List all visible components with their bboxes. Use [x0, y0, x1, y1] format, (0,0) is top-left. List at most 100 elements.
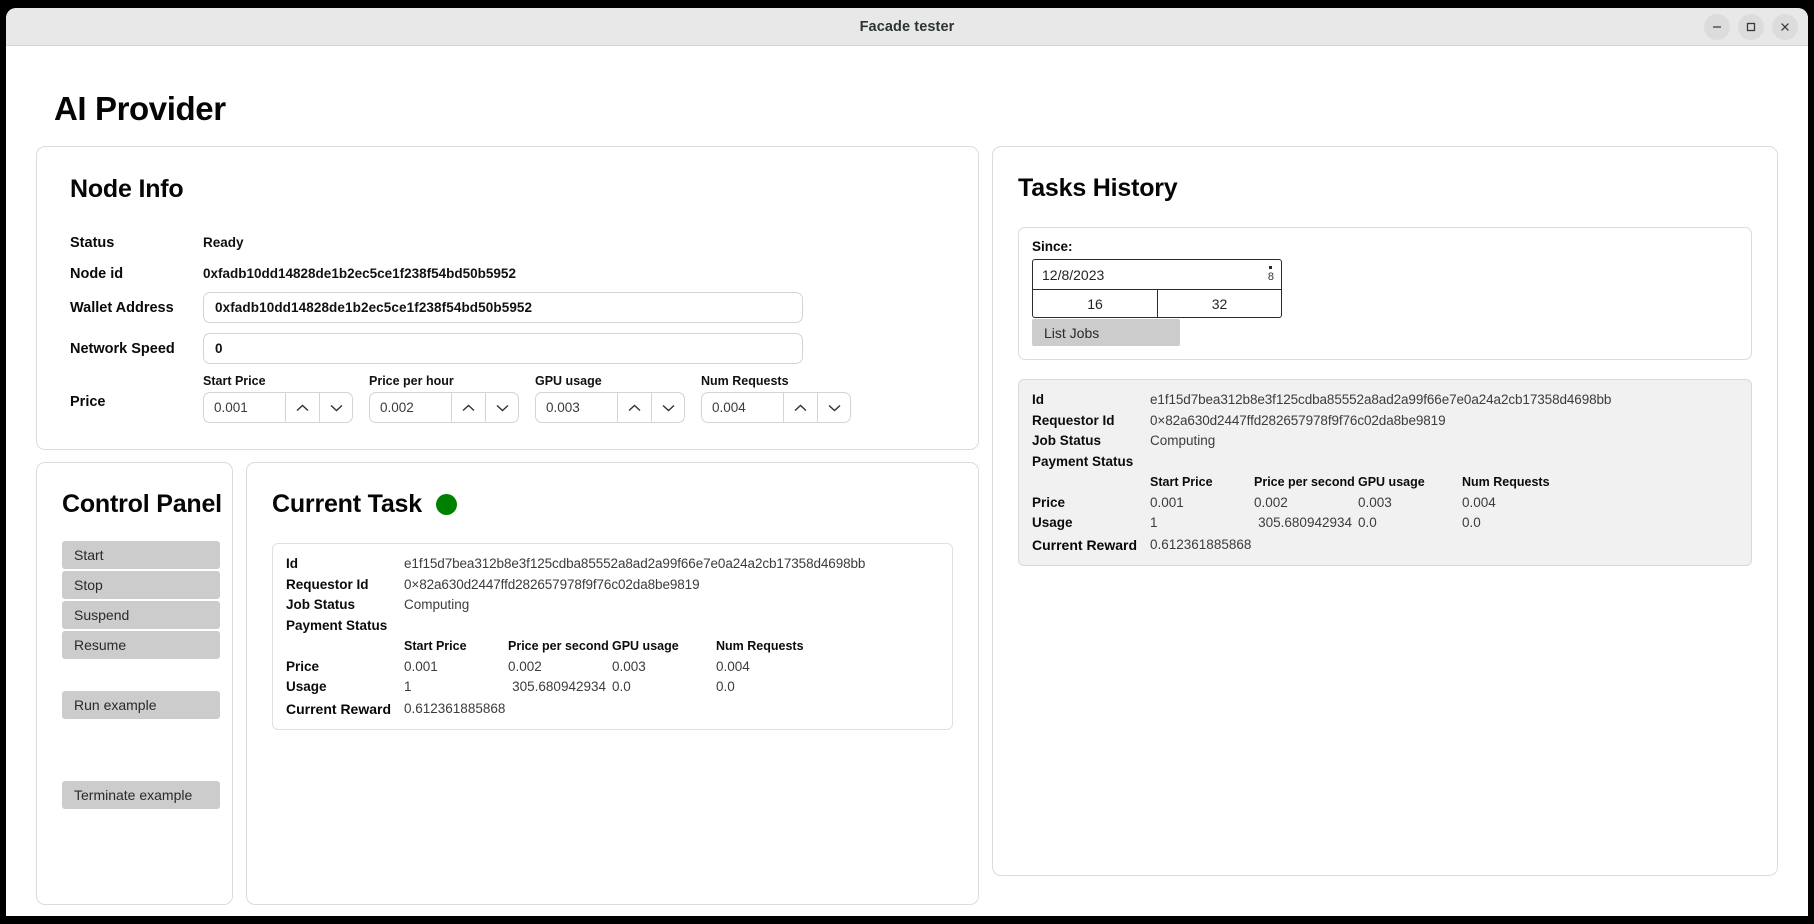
suspend-button[interactable]: Suspend	[62, 601, 220, 629]
gpu-usage-decrement-button[interactable]	[651, 392, 685, 423]
history-usage-start: 1	[1150, 515, 1158, 530]
wallet-address-input[interactable]: 0xfadb10dd14828de1b2ec5ce1f238f54bd50b59…	[203, 292, 803, 323]
num-requests-decrement-button[interactable]	[817, 392, 851, 423]
close-button[interactable]	[1772, 13, 1798, 40]
history-usage-row: Usage 1 305.680942934 0.0 0.0	[1032, 513, 1738, 534]
since-cell-32[interactable]: 32	[1157, 290, 1282, 318]
start-price-increment-button[interactable]	[285, 392, 319, 423]
price-per-hour-caption: Price per hour	[369, 374, 454, 388]
task-usage-row: Usage 1 305.680942934 0.0 0.0	[286, 677, 939, 698]
task-col-num-requests: Num Requests	[716, 639, 804, 653]
history-payment-status-label: Payment Status	[1032, 453, 1134, 469]
node-status-label: Status	[70, 234, 115, 251]
window-controls	[1704, 8, 1798, 45]
task-price-gpu: 0.003	[612, 658, 646, 674]
since-date-input[interactable]: 12/8/2023 8	[1032, 259, 1282, 290]
task-requestor-row: Requestor Id 0×82a630d2447ffd282657978f9…	[286, 575, 939, 596]
num-requests-increment-button[interactable]	[783, 392, 817, 423]
date-stepper[interactable]: 8	[1268, 266, 1274, 283]
stepper-dot-icon	[1269, 266, 1273, 269]
wallet-address-row: Wallet Address 0xfadb10dd14828de1b2ec5ce…	[37, 292, 978, 323]
task-requestor-value: 0×82a630d2447ffd282657978f9f76c02da8be98…	[404, 576, 700, 592]
task-table-header: Start Price Price per second GPU usage N…	[286, 636, 939, 657]
page-body: AI Provider Node Info Status Ready Node …	[6, 46, 1808, 916]
task-requestor-label: Requestor Id	[286, 576, 369, 592]
run-example-button[interactable]: Run example	[62, 691, 220, 719]
current-task-card: Current Task Id e1f15d7bea312b8e3f125cdb…	[246, 462, 979, 905]
task-col-gpu-usage: GPU usage	[612, 639, 679, 653]
gpu-usage-increment-button[interactable]	[617, 392, 651, 423]
history-result-details: Id e1f15d7bea312b8e3f125cdba85552a8ad2a9…	[1018, 379, 1752, 566]
window-title: Facade tester	[859, 18, 955, 35]
price-per-hour-input[interactable]: 0.002	[369, 392, 451, 423]
since-filter-box: Since: 12/8/2023 8 16 32 List Jobs	[1018, 227, 1752, 360]
stop-button[interactable]: Stop	[62, 571, 220, 599]
network-speed-row: Network Speed 0	[37, 333, 978, 364]
history-requestor-value: 0×82a630d2447ffd282657978f9f76c02da8be98…	[1150, 412, 1446, 428]
node-id-label: Node id	[70, 265, 124, 282]
history-job-status-label: Job Status	[1032, 433, 1102, 448]
task-col-price-per-second: Price per second	[508, 639, 609, 653]
history-price-label: Price	[1032, 494, 1066, 510]
resume-button[interactable]: Resume	[62, 631, 220, 659]
history-col-gpu-usage: GPU usage	[1358, 475, 1425, 489]
task-price-row: Price 0.001 0.002 0.003 0.004	[286, 657, 939, 678]
task-usage-label: Usage	[286, 679, 327, 694]
since-number-row: 16 32	[1032, 290, 1282, 318]
node-info-heading: Node Info	[70, 175, 184, 203]
task-job-status-label: Job Status	[286, 597, 356, 612]
task-payment-status-label: Payment Status	[286, 617, 388, 633]
price-per-hour-field: Price per hour 0.002	[369, 374, 519, 423]
price-per-hour-increment-button[interactable]	[451, 392, 485, 423]
start-price-field: Start Price 0.001	[203, 374, 353, 423]
node-id-row: Node id 0xfadb10dd14828de1b2ec5ce1f238f5…	[37, 261, 978, 286]
terminate-example-button[interactable]: Terminate example	[62, 781, 220, 809]
history-table-header: Start Price Price per second GPU usage N…	[1032, 472, 1738, 493]
task-col-start-price: Start Price	[404, 639, 467, 653]
task-id-label: Id	[286, 556, 298, 571]
date-stepper-value: 8	[1267, 271, 1274, 283]
app-window: Facade tester AI Provider Node Info Stat…	[6, 8, 1808, 916]
start-price-input[interactable]: 0.001	[203, 392, 285, 423]
maximize-button[interactable]	[1738, 13, 1764, 40]
since-cell-16[interactable]: 16	[1032, 290, 1157, 318]
right-column: Tasks History Since: 12/8/2023 8 16 32 L…	[992, 146, 1778, 876]
start-button[interactable]: Start	[62, 541, 220, 569]
node-status-row: Status Ready	[37, 230, 978, 255]
chevron-up-icon	[295, 403, 310, 413]
history-price-start: 0.001	[1150, 494, 1184, 510]
num-requests-input[interactable]: 0.004	[701, 392, 783, 423]
chevron-up-icon	[627, 403, 642, 413]
price-spinners: Start Price 0.001 Price per hour 0.002 G…	[203, 374, 867, 423]
node-info-card: Node Info Status Ready Node id 0xfadb10d…	[36, 146, 979, 450]
chevron-down-icon	[495, 403, 510, 413]
gpu-usage-input[interactable]: 0.003	[535, 392, 617, 423]
price-label: Price	[70, 394, 106, 410]
history-usage-per-second: 305.680942934	[1258, 515, 1352, 530]
page-title: AI Provider	[54, 90, 226, 127]
task-job-status-row: Job Status Computing	[286, 595, 939, 616]
task-usage-start: 1	[404, 679, 412, 694]
start-price-decrement-button[interactable]	[319, 392, 353, 423]
task-price-per-second: 0.002	[508, 658, 542, 674]
task-reward-value: 0.612361885868	[404, 700, 506, 716]
price-per-hour-decrement-button[interactable]	[485, 392, 519, 423]
control-panel-card: Control Panel Start Stop Suspend Resume …	[36, 462, 233, 905]
title-bar: Facade tester	[6, 8, 1808, 46]
node-status-value: Ready	[203, 235, 244, 250]
control-panel-heading: Control Panel	[62, 490, 222, 518]
list-jobs-button[interactable]: List Jobs	[1032, 319, 1180, 346]
tasks-history-heading: Tasks History	[1018, 174, 1178, 202]
task-price-start: 0.001	[404, 658, 438, 674]
since-label: Since:	[1032, 239, 1073, 254]
chevron-up-icon	[793, 403, 808, 413]
minimize-button[interactable]	[1704, 13, 1730, 40]
task-price-requests: 0.004	[716, 658, 750, 674]
network-speed-input[interactable]: 0	[203, 333, 803, 364]
chevron-down-icon	[661, 403, 676, 413]
num-requests-caption: Num Requests	[701, 374, 789, 388]
left-column: Node Info Status Ready Node id 0xfadb10d…	[36, 146, 979, 905]
history-price-row: Price 0.001 0.002 0.003 0.004	[1032, 493, 1738, 514]
history-price-per-second: 0.002	[1254, 494, 1288, 510]
gpu-usage-field: GPU usage 0.003	[535, 374, 685, 423]
